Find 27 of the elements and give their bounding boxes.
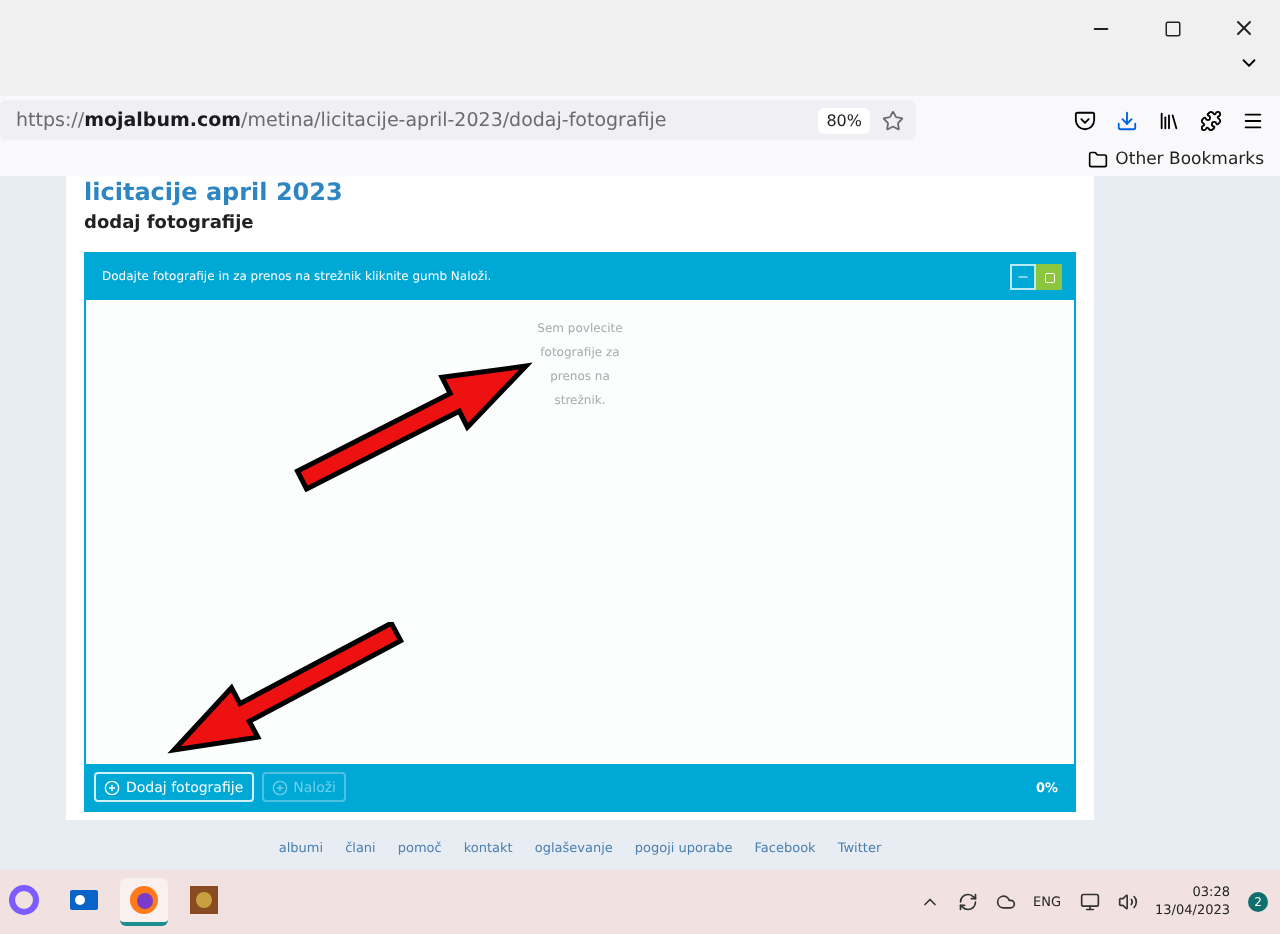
address-bar[interactable]: https://mojalbum.com/metina/licitacije-april-2023/dodaj-fotografije 80% bbox=[0, 100, 916, 140]
sync-icon[interactable] bbox=[957, 892, 978, 912]
pocket-icon[interactable] bbox=[1074, 109, 1096, 131]
bookmark-folder[interactable]: Other Bookmarks bbox=[1115, 150, 1264, 170]
library-icon[interactable] bbox=[1158, 109, 1180, 131]
thumbnail-view-button[interactable] bbox=[1036, 264, 1062, 290]
volume-icon[interactable] bbox=[1117, 892, 1138, 912]
network-icon[interactable] bbox=[1079, 892, 1100, 912]
list-icon bbox=[1016, 270, 1030, 284]
folder-icon bbox=[1087, 150, 1108, 170]
plus-icon bbox=[104, 779, 120, 795]
extensions-icon[interactable] bbox=[1200, 109, 1222, 131]
image-app-icon[interactable] bbox=[188, 884, 220, 916]
plus-icon bbox=[271, 779, 288, 795]
zoom-level[interactable]: 80% bbox=[818, 107, 870, 133]
maximize-icon[interactable] bbox=[1163, 19, 1181, 37]
menu-icon[interactable] bbox=[1242, 109, 1264, 131]
app-icon[interactable] bbox=[8, 884, 40, 916]
close-icon[interactable] bbox=[1232, 16, 1256, 40]
bookmark-star-icon[interactable] bbox=[882, 109, 904, 131]
album-title: licitacije april 2023 bbox=[84, 178, 345, 206]
download-icon[interactable] bbox=[1116, 109, 1138, 131]
page-subtitle: dodaj fotografije bbox=[84, 214, 256, 234]
browser-icon[interactable] bbox=[128, 884, 160, 916]
cloud-icon[interactable] bbox=[995, 892, 1016, 912]
thumbnail-icon bbox=[1043, 271, 1055, 283]
mail-app-icon[interactable] bbox=[68, 884, 100, 916]
